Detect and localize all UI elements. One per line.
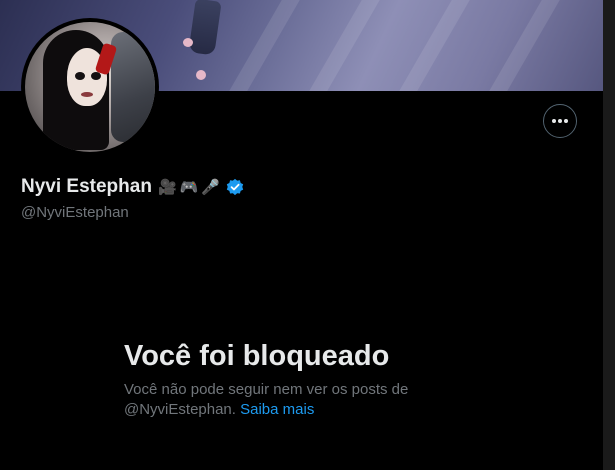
avatar-image (25, 22, 155, 152)
profile-name-row: Nyvi Estephan 🎥 🎮 🎤 (21, 176, 244, 198)
banner-streak (206, 0, 312, 91)
microphone-icon: 🎤 (201, 177, 220, 196)
movie-camera-icon: 🎥 (157, 177, 177, 196)
name-emojis: 🎥 🎮 🎤 (157, 177, 220, 196)
avatar-armor (111, 32, 155, 142)
verified-badge-icon[interactable] (226, 178, 244, 196)
more-dots-icon (551, 118, 569, 124)
avatar[interactable] (21, 18, 159, 156)
banner-streak (466, 0, 572, 91)
blocked-description-line1: Você não pode seguir nem ver os posts de (124, 381, 409, 398)
blocked-title: Você foi bloqueado (124, 340, 390, 372)
banner-figure (188, 0, 222, 56)
display-name: Nyvi Estephan (21, 176, 152, 197)
learn-more-link[interactable]: Saiba mais (240, 401, 314, 418)
avatar-eye (91, 72, 101, 80)
game-controller-icon: 🎮 (179, 177, 199, 196)
avatar-lips (81, 92, 93, 97)
blocked-description-handle: @NyviEstephan. (124, 401, 236, 418)
banner-figure-shoe (196, 70, 206, 80)
blocked-notice: Você foi bloqueado Você não pode seguir … (124, 338, 464, 420)
profile-handle: @NyviEstephan (21, 204, 129, 221)
banner-figure-shoe (183, 38, 193, 47)
blocked-description: Você não pode seguir nem ver os posts de… (124, 380, 464, 420)
banner-streak (376, 0, 482, 91)
more-options-button[interactable] (543, 104, 577, 138)
profile-page: Nyvi Estephan 🎥 🎮 🎤 @NyviEstephan Você f… (0, 0, 615, 470)
avatar-eye (75, 72, 85, 80)
scrollbar[interactable] (603, 0, 615, 470)
banner-streak (286, 0, 392, 91)
